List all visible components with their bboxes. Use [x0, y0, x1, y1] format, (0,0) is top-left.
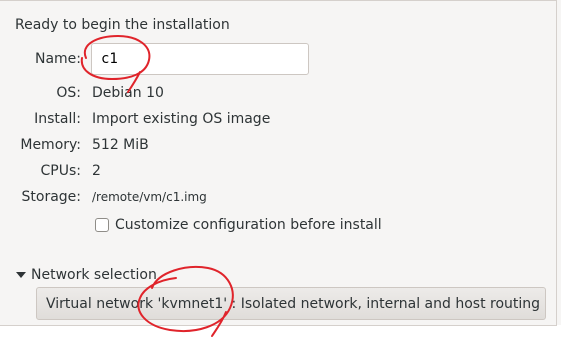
- customize-checkbox-label: Customize configuration before install: [115, 217, 382, 233]
- network-selection-label: Network selection: [31, 267, 157, 283]
- os-value: Debian 10: [92, 85, 164, 101]
- network-source-dropdown[interactable]: Virtual network 'kvmnet1' : Isolated net…: [36, 287, 546, 320]
- install-value: Import existing OS image: [92, 111, 271, 127]
- memory-label: Memory:: [20, 137, 81, 153]
- name-label: Name:: [34, 51, 81, 67]
- expander-arrow-icon: [16, 272, 26, 278]
- customize-checkbox[interactable]: [95, 218, 109, 232]
- memory-value: 512 MiB: [92, 137, 149, 153]
- storage-label: Storage:: [21, 189, 82, 205]
- right-edge-strip: [557, 0, 561, 325]
- cpus-value: 2: [92, 163, 101, 179]
- cpus-label: CPUs:: [40, 163, 81, 179]
- storage-value: /remote/vm/c1.img: [92, 190, 207, 204]
- customize-checkbox-row[interactable]: Customize configuration before install: [95, 215, 382, 235]
- install-label: Install:: [34, 111, 81, 127]
- installation-summary-panel: Ready to begin the installation Name: OS…: [0, 0, 557, 326]
- network-selection-expander[interactable]: Network selection: [16, 267, 157, 283]
- name-input[interactable]: [91, 43, 309, 75]
- page-title: Ready to begin the installation: [15, 17, 230, 33]
- top-divider: [0, 0, 556, 1]
- os-label: OS:: [56, 85, 81, 101]
- network-source-selected: Virtual network 'kvmnet1' : Isolated net…: [46, 295, 546, 312]
